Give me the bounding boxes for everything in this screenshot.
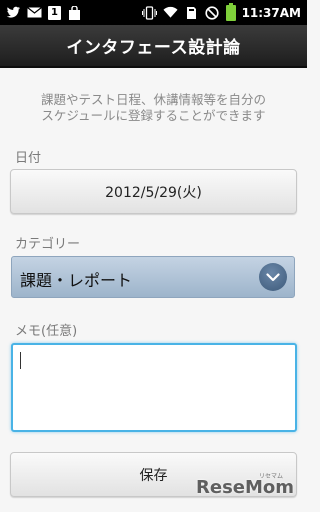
- battery-icon: [225, 2, 236, 21]
- mail-icon: [27, 5, 42, 20]
- category-select[interactable]: 課題・レポート: [11, 256, 295, 298]
- category-selected-value: 課題・レポート: [20, 271, 133, 290]
- status-bar: 1 11:37AM: [0, 0, 307, 25]
- description-line-2: スケジュールに登録することができます: [41, 108, 266, 123]
- memo-textarea[interactable]: [11, 343, 297, 432]
- sd-card-icon: [184, 5, 199, 20]
- notification-icons: 1: [6, 4, 82, 21]
- chevron-down-icon[interactable]: [259, 263, 287, 291]
- vibrate-icon: [141, 5, 157, 20]
- memo-label: メモ(任意): [15, 324, 78, 339]
- page-title: インタフェース設計論: [66, 38, 241, 58]
- title-bar: インタフェース設計論: [0, 25, 307, 68]
- calendar-icon: 1: [48, 5, 61, 20]
- description-text: 課題やテスト日程、休講情報等を自分の スケジュールに登録することができます: [0, 92, 307, 124]
- wifi-icon: [163, 5, 178, 20]
- description-line-1: 課題やテスト日程、休講情報等を自分の: [40, 92, 266, 107]
- date-label: 日付: [15, 151, 42, 166]
- system-icons: 11:37AM: [141, 2, 301, 22]
- resemom-watermark: ReseMom: [196, 477, 295, 498]
- shopping-bag-icon: [67, 5, 82, 20]
- twitter-bird-icon: [6, 5, 21, 20]
- category-label: カテゴリー: [15, 237, 81, 252]
- clock: 11:37AM: [241, 5, 301, 20]
- date-picker-button[interactable]: 2012/5/29(火): [10, 169, 297, 214]
- text-cursor: [20, 352, 21, 369]
- no-signal-icon: [205, 5, 220, 20]
- resemom-watermark-small: リセマム: [259, 473, 284, 480]
